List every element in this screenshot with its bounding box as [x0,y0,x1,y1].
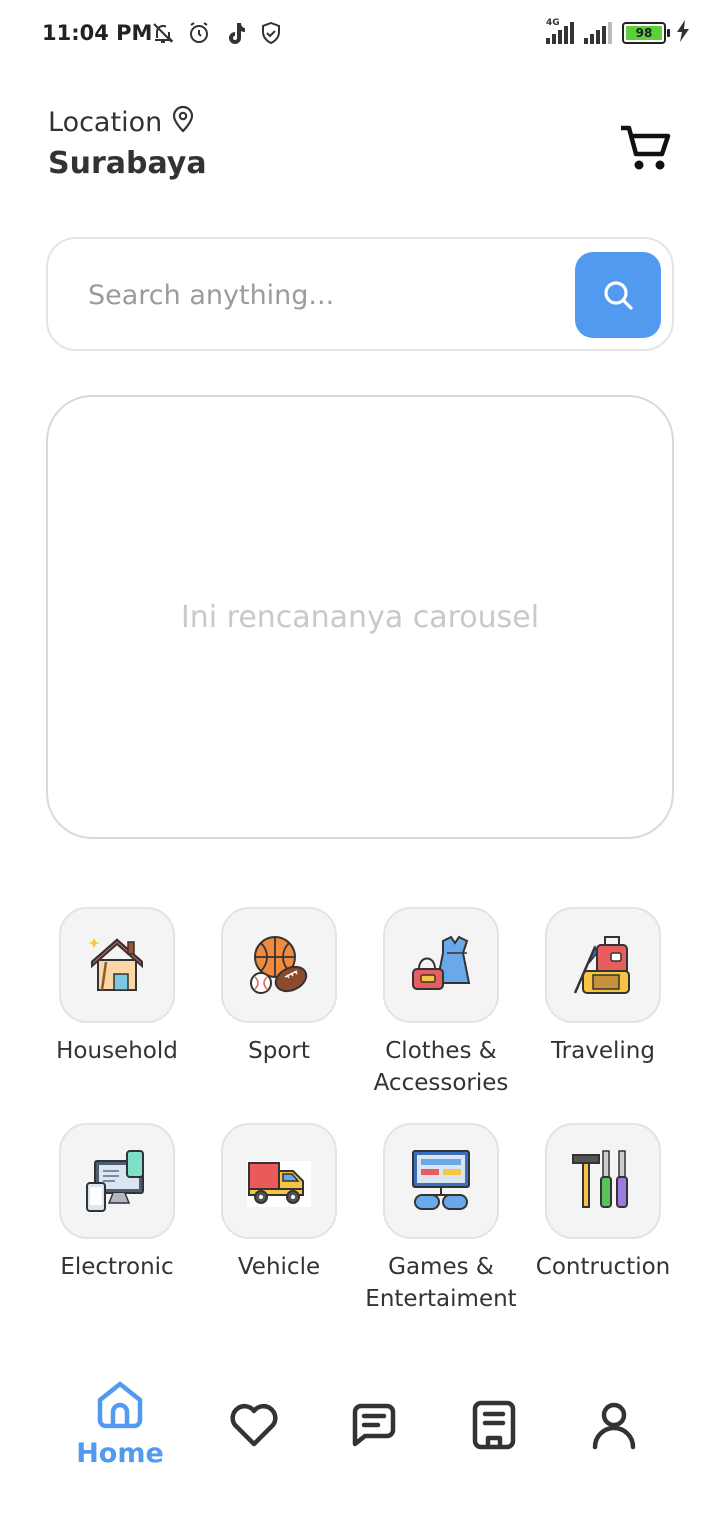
cart-icon [621,125,671,170]
shield-icon [258,20,284,46]
nav-item-chat[interactable] [319,1402,429,1448]
cart-button[interactable] [617,120,673,176]
category-label: Sport [248,1038,310,1064]
sport-icon [250,936,308,994]
clothes-icon [412,935,471,990]
category-games-entertainment[interactable]: Games & Entertaiment [356,1123,526,1315]
games-icon [412,1150,470,1210]
orders-icon [472,1400,516,1450]
nav-item-home[interactable]: Home [65,1378,175,1469]
carousel-placeholder-text: Ini rencananya carousel [180,599,540,635]
electronic-icon [86,1150,144,1212]
charging-icon [676,20,690,46]
status-system-icons: 4G 98 [546,18,690,46]
category-tile[interactable] [383,907,499,1023]
battery-icon: 98 [622,22,670,44]
category-tile[interactable] [545,907,661,1023]
category-label: Games & Entertaiment [365,1254,517,1312]
category-label: Electronic [60,1254,174,1280]
bell-off-icon [150,20,176,46]
search-bar [46,237,674,351]
category-vehicle[interactable]: Vehicle [194,1123,364,1283]
category-tile[interactable] [383,1123,499,1239]
nav-item-favorites[interactable] [199,1402,309,1448]
status-bar: 11:04 PM 4G 98 [0,0,720,70]
category-sport[interactable]: Sport [194,907,364,1067]
category-tile[interactable] [59,1123,175,1239]
status-time: 11:04 PM [42,21,153,45]
category-traveling[interactable]: Traveling [518,907,688,1067]
signal-4g-icon: 4G [546,18,574,44]
category-household[interactable]: Household [32,907,202,1067]
category-label: Clothes & Accessories [373,1038,509,1096]
status-notification-icons [150,20,284,46]
construction-icon [572,1150,628,1208]
vehicle-icon [247,1161,311,1207]
location-label: Location [48,107,163,138]
bottom-nav: Home [0,1370,720,1500]
chat-icon [352,1403,396,1447]
home-icon [97,1381,143,1429]
household-icon [88,938,143,991]
category-electronic[interactable]: Electronic [32,1123,202,1283]
search-button[interactable] [575,252,661,338]
search-input[interactable] [88,275,558,315]
carousel[interactable]: Ini rencananya carousel [46,395,674,839]
alarm-icon [186,20,212,46]
nav-label-home: Home [76,1438,164,1469]
heart-icon [230,1403,278,1447]
nav-item-profile[interactable] [559,1402,669,1450]
traveling-icon [573,936,630,994]
signal-icon [584,22,612,44]
category-label: Vehicle [237,1254,321,1280]
category-label: Household [56,1038,178,1064]
category-tile[interactable] [221,907,337,1023]
search-icon [604,281,633,310]
battery-level: 98 [626,26,662,40]
profile-icon [592,1402,636,1450]
category-construction[interactable]: Contruction [518,1123,688,1283]
category-label: Traveling [551,1038,655,1064]
tiktok-icon [222,20,248,46]
category-tile[interactable] [59,907,175,1023]
location-city[interactable]: Surabaya [48,146,207,181]
category-label: Contruction [535,1254,671,1280]
location-label-row: Location [48,105,194,140]
location-pin-icon [172,105,194,140]
network-label: 4G [546,18,560,28]
category-tile[interactable] [221,1123,337,1239]
category-clothes-accessories[interactable]: Clothes & Accessories [356,907,526,1099]
category-tile[interactable] [545,1123,661,1239]
nav-item-orders[interactable] [439,1400,549,1450]
